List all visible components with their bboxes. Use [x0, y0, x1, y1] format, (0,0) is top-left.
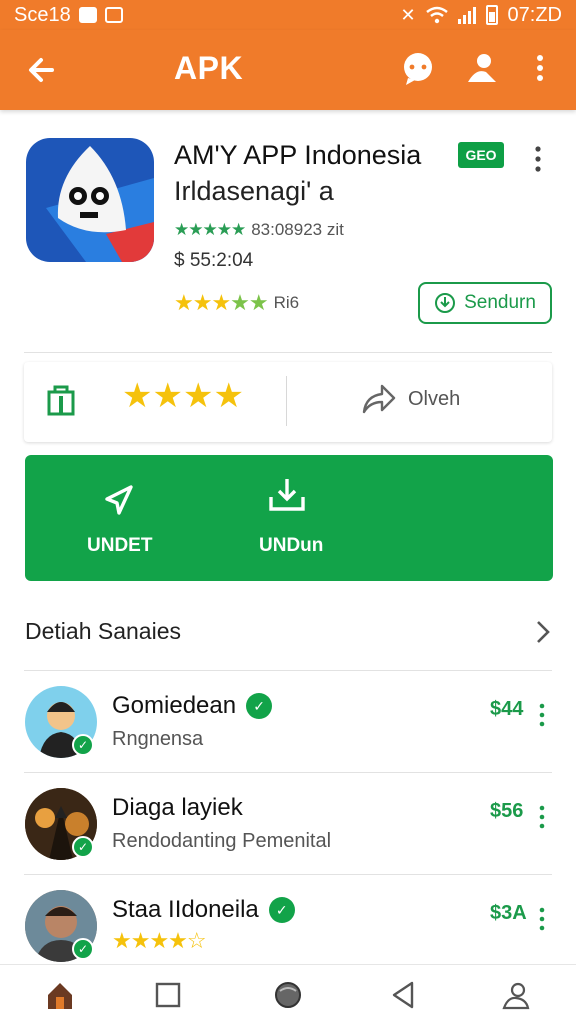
list-item-subtitle: Rendodanting Pemenital	[112, 830, 332, 852]
app-name: AM'Y APP Indonesia	[174, 140, 422, 170]
chevron-right-icon[interactable]	[530, 618, 554, 646]
wifi-icon	[425, 6, 448, 24]
home-icon[interactable]	[44, 979, 76, 1011]
rating-stars: ★★★★★	[174, 220, 246, 239]
stars-row-label: Ri6	[273, 293, 300, 312]
verified-badge-icon: ✓	[246, 693, 273, 719]
status-left-text: Sce18	[14, 3, 71, 26]
status-bar: Sce18 ✕ 07:ZD	[0, 0, 576, 30]
download-panel: UNDET UNDun	[25, 455, 553, 581]
bottom-navigation	[0, 964, 576, 1024]
list-item-price: $3A	[490, 902, 527, 924]
more-vert-icon[interactable]	[536, 904, 548, 934]
share-icon[interactable]	[360, 382, 396, 416]
verified-check-icon: ✓	[72, 938, 94, 960]
battery-icon	[485, 5, 498, 25]
divider	[24, 874, 552, 875]
more-vert-icon[interactable]	[536, 700, 548, 730]
app-subtitle: Irldasenagi' a	[174, 176, 334, 206]
list-item-title-text: Staa IIdoneila	[112, 896, 259, 923]
share-label[interactable]: Olveh	[408, 388, 460, 411]
action-stars[interactable]: ★★★★	[122, 376, 244, 416]
send-button-label: Sendurn	[464, 292, 536, 313]
mute-icon: ✕	[400, 4, 416, 25]
image-notification-icon	[104, 7, 123, 23]
more-vert-icon[interactable]	[520, 48, 560, 88]
rating-count: 83:08923 zit	[251, 220, 344, 239]
app-bar-title: APK	[174, 50, 244, 86]
profile-icon[interactable]	[500, 979, 532, 1011]
list-item[interactable]: ✓ Diaga layiek Rendodanting Pemenital $5…	[0, 774, 576, 874]
more-vert-icon[interactable]	[536, 802, 548, 832]
undun-label[interactable]: UNDun	[259, 535, 323, 557]
list-item-price: $44	[490, 698, 524, 720]
bag-icon[interactable]	[46, 382, 76, 416]
app-bar: APK	[0, 30, 576, 110]
app-icon[interactable]	[26, 138, 154, 262]
verified-badge-icon: ✓	[268, 897, 295, 923]
verified-check-icon: ✓	[72, 836, 94, 858]
list-item-title: Diaga layiek	[112, 794, 243, 822]
app-stars-row: ★★★★★ Ri6	[174, 290, 299, 316]
divider	[24, 772, 552, 773]
download-circle-icon	[435, 293, 456, 313]
divider	[24, 352, 552, 353]
square-icon[interactable]	[152, 979, 184, 1011]
verified-check-icon: ✓	[72, 734, 94, 756]
globe-icon[interactable]	[272, 979, 304, 1011]
navigate-icon[interactable]	[99, 481, 139, 521]
list-item[interactable]: ✓ Gomiedean ✓ Rngnensa $44	[0, 672, 576, 772]
chat-icon[interactable]	[398, 48, 438, 88]
more-vert-icon[interactable]	[526, 144, 550, 174]
account-icon[interactable]	[462, 48, 502, 88]
back-triangle-icon[interactable]	[388, 979, 420, 1011]
divider	[24, 670, 552, 671]
download-tray-icon[interactable]	[267, 475, 307, 515]
app-price: $ 55:2:04	[174, 250, 254, 271]
list-item-price: $56	[490, 800, 524, 822]
list-item[interactable]: ✓ Staa IIdoneila ✓ ★★★★☆ $3A	[0, 876, 576, 976]
status-time: 07:ZD	[507, 3, 562, 26]
list-item-title-text: Gomiedean	[112, 692, 237, 719]
back-arrow-icon[interactable]	[22, 48, 66, 92]
list-item-title-text: Diaga layiek	[112, 794, 243, 821]
list-item-title: Staa IIdoneila ✓	[112, 896, 295, 924]
send-button[interactable]: Sendurn	[418, 282, 552, 324]
undet-label[interactable]: UNDET	[87, 535, 152, 557]
section-title: Detiah Sanaies	[25, 618, 181, 644]
notification-icon	[78, 7, 97, 23]
list-item-stars: ★★★★☆	[112, 928, 207, 953]
signal-icon	[457, 6, 476, 24]
action-row: ★★★★ Olveh	[24, 362, 552, 442]
divider	[286, 376, 287, 426]
app-badge: GEO	[458, 142, 504, 168]
stars-row: ★★★★★	[174, 290, 269, 315]
app-header: AM'Y APP Indonesia GEO Irldasenagi' a ★★…	[0, 118, 576, 354]
list-item-title: Gomiedean ✓	[112, 692, 273, 720]
app-rating-summary: ★★★★★ 83:08923 zit	[174, 220, 344, 240]
list-item-subtitle: Rngnensa	[112, 728, 204, 750]
